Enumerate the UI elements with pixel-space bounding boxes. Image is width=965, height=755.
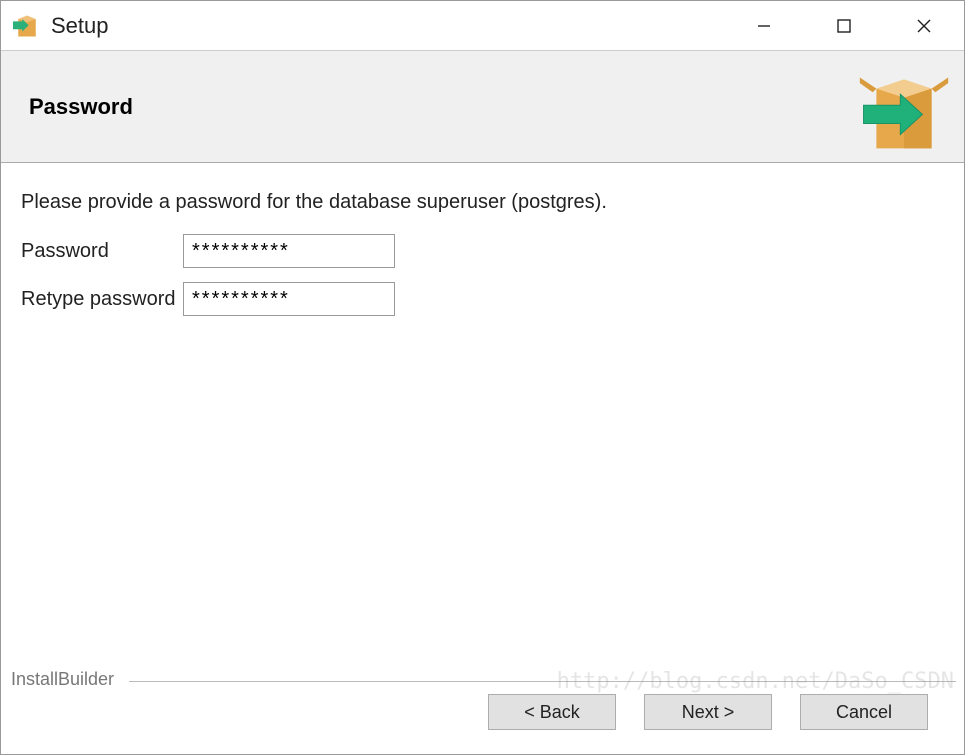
page-header: Password xyxy=(1,51,964,163)
close-button[interactable] xyxy=(884,1,964,51)
password-row: Password xyxy=(21,234,944,268)
retype-password-label: Retype password xyxy=(21,288,183,311)
button-bar: < Back Next > Cancel xyxy=(21,682,944,748)
password-input[interactable] xyxy=(183,234,395,268)
content-area: Please provide a password for the databa… xyxy=(1,163,964,754)
cancel-button[interactable]: Cancel xyxy=(800,694,928,730)
maximize-button[interactable] xyxy=(804,1,884,51)
spacer xyxy=(21,330,944,673)
footer-group: InstallBuilder < Back Next > Cancel xyxy=(21,681,944,748)
instruction-text: Please provide a password for the databa… xyxy=(21,191,944,214)
window-title: Setup xyxy=(51,13,724,39)
back-button[interactable]: < Back xyxy=(488,694,616,730)
minimize-button[interactable] xyxy=(724,1,804,51)
window-controls xyxy=(724,1,964,51)
box-arrow-icon xyxy=(858,61,950,153)
page-title: Password xyxy=(29,94,133,120)
setup-window: Setup Password xyxy=(0,0,965,755)
password-label: Password xyxy=(21,240,183,263)
app-icon xyxy=(13,12,41,40)
titlebar: Setup xyxy=(1,1,964,51)
installbuilder-label: InstallBuilder xyxy=(7,669,118,690)
next-button[interactable]: Next > xyxy=(644,694,772,730)
retype-password-input[interactable] xyxy=(183,282,395,316)
retype-password-row: Retype password xyxy=(21,282,944,316)
